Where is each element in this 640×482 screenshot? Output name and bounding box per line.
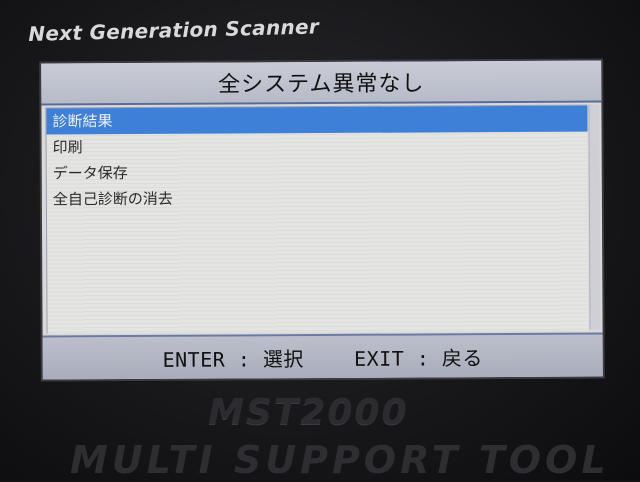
hint-gap xyxy=(316,346,341,370)
menu-scrollbar[interactable] xyxy=(588,104,601,330)
enter-key-label: ENTER xyxy=(162,347,226,372)
scanner-device: Next Generation Scanner 全システム異常なし 診断結果 印… xyxy=(0,0,640,482)
brand-label: Next Generation Scanner xyxy=(28,14,320,46)
title-bar: 全システム異常なし xyxy=(41,60,602,106)
menu-item-label: 全自己診断の消去 xyxy=(52,189,173,209)
key-hint-bar: ENTER : 選択 EXIT : 戻る xyxy=(42,332,603,380)
hint-separator: : xyxy=(237,346,251,371)
exit-action-label: 戻る xyxy=(441,345,483,370)
screen-title: 全システム異常なし xyxy=(218,71,425,98)
menu-item-clear-all-codes[interactable]: 全自己診断の消去 xyxy=(47,184,588,213)
menu-list: 診断結果 印刷 データ保存 全自己診断の消去 xyxy=(45,104,589,334)
exit-key-label: EXIT xyxy=(354,346,405,371)
screen-frame: 全システム異常なし 診断結果 印刷 データ保存 全自己診断の消去 ENTER:… xyxy=(39,58,605,382)
tagline-label: MULTI SUPPORT TOOL xyxy=(70,438,610,482)
menu-item-label: 診断結果 xyxy=(52,112,113,131)
enter-action-label: 選択 xyxy=(262,346,304,371)
lcd-screen: 全システム異常なし 診断結果 印刷 データ保存 全自己診断の消去 ENTER:… xyxy=(41,60,603,380)
hint-separator: : xyxy=(416,345,430,371)
key-hint-text: ENTER : 選択 EXIT : 戻る xyxy=(162,342,483,373)
model-label: MST2000 xyxy=(208,392,409,433)
menu-item-label: 印刷 xyxy=(52,138,83,157)
menu-item-save-data[interactable]: データ保存 xyxy=(47,158,588,187)
menu-item-label: データ保存 xyxy=(52,164,128,183)
menu-item-diagnosis-results[interactable]: 診断結果 xyxy=(46,105,588,135)
menu-item-print[interactable]: 印刷 xyxy=(47,132,588,161)
